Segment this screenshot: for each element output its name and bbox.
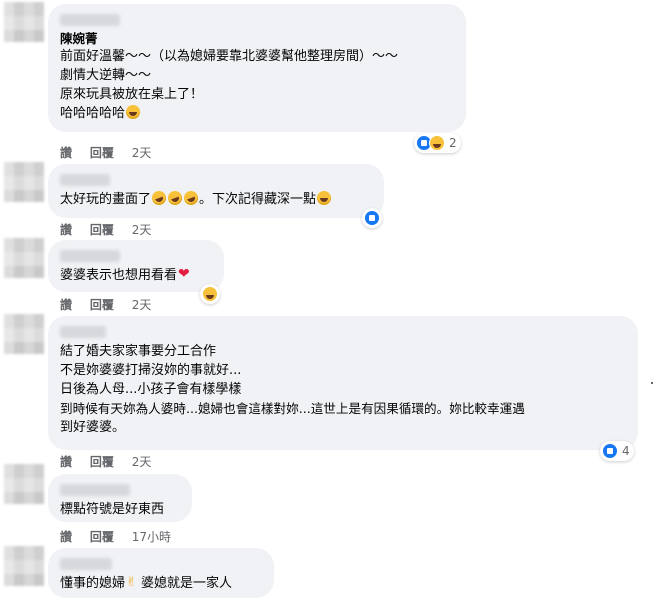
like-link[interactable]: 讚 (60, 530, 72, 544)
timestamp[interactable]: 17小時 (132, 530, 171, 544)
reply-link[interactable]: 回覆 (90, 530, 114, 544)
comment-text-line: 原來玩具被放在桌上了！ (60, 87, 204, 102)
avatar[interactable] (4, 546, 44, 586)
comment-actions: 讚 回覆 2天 (60, 144, 165, 161)
avatar[interactable] (4, 162, 44, 202)
comment-text-line: 不是妳婆婆打掃沒妳的事就好... (60, 363, 242, 378)
comment-text-line: 婆婆表示也想用看看 (60, 265, 212, 285)
blurred-author-name (60, 250, 120, 262)
comment-bubble: 太好玩的畫面了 。下次記得藏深一點 (48, 164, 384, 218)
rolling-laughing-emoji-icon (182, 189, 200, 207)
rolling-laughing-emoji-icon (166, 189, 184, 207)
comment-text: 懂事的媳婦 (60, 576, 126, 591)
comment-bubble: 陳婉菁 前面好溫馨～～（以為媳婦要靠北婆婆幫他整理房間）～～ 劇情大逆轉～～ 原… (48, 4, 466, 132)
timestamp[interactable]: 2天 (132, 223, 152, 237)
reaction-summary[interactable]: 2 (414, 133, 461, 153)
blurred-author-name (60, 14, 120, 26)
thumbs-up-emoji-icon (126, 573, 140, 592)
avatar[interactable] (4, 238, 44, 278)
comment-text-line: 結了婚夫家家事要分工合作 (60, 344, 217, 359)
reaction-summary[interactable] (362, 208, 382, 228)
comment-text: 婆婆表示也想用看看 (60, 268, 178, 283)
comment-text: 。下次記得藏深一點 (199, 192, 317, 207)
comment-text-line: 到時候有天妳為人婆時...媳婦也會這樣對妳...這世上是有因果循環的。妳比較幸運… (60, 401, 525, 416)
comment-text-line: 到好婆婆。 (60, 420, 126, 435)
like-link[interactable]: 讚 (60, 455, 72, 469)
blurred-author-name (60, 484, 130, 496)
comment-text-line: 日後為人母...小孩子會有樣學樣 (60, 382, 242, 397)
timestamp[interactable]: 2天 (132, 146, 152, 160)
comment-bubble: 懂事的媳婦婆媳就是一家人 (48, 548, 274, 598)
reply-link[interactable]: 回覆 (90, 223, 114, 237)
reaction-count: 2 (449, 136, 457, 150)
comment-actions: 讚 回覆 2天 (60, 296, 165, 313)
blurred-author-name (60, 326, 106, 338)
comment-actions: 讚 回覆 17小時 (60, 528, 185, 545)
comment-text-line: 哈哈哈哈哈 (60, 104, 454, 123)
comment-text: 太好玩的畫面了 (60, 192, 152, 207)
comment-bubble: 標點符號是好東西 (48, 474, 192, 522)
comment-text: 婆媳就是一家人 (141, 576, 233, 591)
avatar[interactable] (4, 2, 44, 42)
like-link[interactable]: 讚 (60, 223, 72, 237)
avatar[interactable] (4, 464, 44, 504)
reaction-count: 4 (622, 444, 630, 458)
comment-text-line: 標點符號是好東西 (60, 502, 165, 517)
reply-link[interactable]: 回覆 (90, 298, 114, 312)
comment-text-line: 前面好溫馨～～（以為媳婦要靠北婆婆幫他整理房間）～～ (60, 49, 399, 64)
laughing-emoji-icon (317, 191, 332, 205)
blurred-author-name (60, 174, 110, 186)
timestamp[interactable]: 2天 (132, 298, 152, 312)
haha-reaction-icon (429, 135, 445, 151)
comment-author[interactable]: 陳婉菁 (60, 30, 454, 47)
like-reaction-icon (364, 210, 380, 226)
comment-text: 哈哈哈哈哈 (60, 106, 126, 121)
stray-dot (651, 382, 653, 384)
comment-text-line: 太好玩的畫面了 。下次記得藏深一點 (60, 189, 372, 209)
reply-link[interactable]: 回覆 (90, 455, 114, 469)
haha-reaction-icon (202, 286, 218, 302)
like-link[interactable]: 讚 (60, 298, 72, 312)
comment-bubble: 婆婆表示也想用看看 (48, 240, 224, 292)
comment-actions: 讚 回覆 2天 (60, 221, 165, 238)
reply-link[interactable]: 回覆 (90, 146, 114, 160)
comment-actions: 讚 回覆 2天 (60, 453, 165, 470)
comment-text-line: 劇情大逆轉～～ (60, 68, 152, 83)
rolling-laughing-emoji-icon (150, 189, 168, 207)
reaction-summary[interactable] (200, 284, 220, 304)
laughing-emoji-icon (126, 105, 141, 119)
heart-emoji-icon (178, 265, 192, 284)
reaction-summary[interactable]: 4 (600, 441, 634, 461)
avatar[interactable] (4, 314, 44, 354)
like-link[interactable]: 讚 (60, 146, 72, 160)
comment-text-line: 懂事的媳婦婆媳就是一家人 (60, 573, 262, 593)
timestamp[interactable]: 2天 (132, 455, 152, 469)
like-reaction-icon (602, 443, 618, 459)
blurred-author-name (60, 558, 112, 570)
comment-bubble: 結了婚夫家家事要分工合作 不是妳婆婆打掃沒妳的事就好... 日後為人母...小孩… (48, 316, 638, 450)
